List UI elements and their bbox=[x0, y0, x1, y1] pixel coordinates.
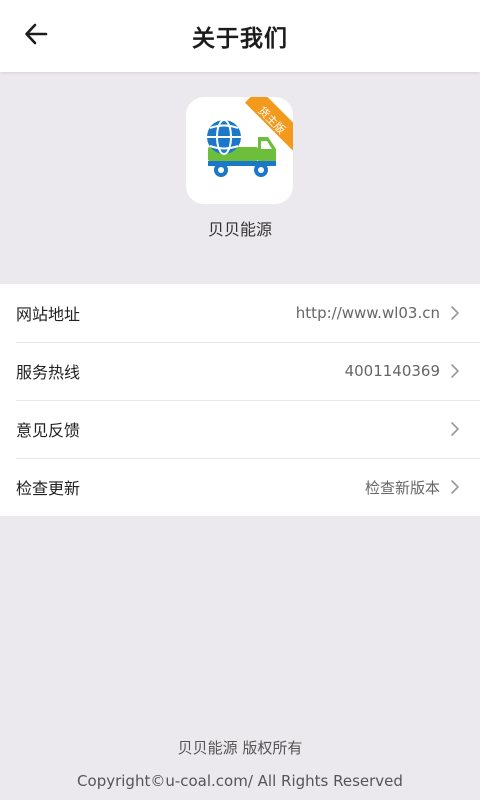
top-app-bar: 关于我们 bbox=[0, 0, 480, 72]
page-title: 关于我们 bbox=[192, 26, 288, 52]
copyright-notice: Copyright©u-coal.com/ All Rights Reserve… bbox=[77, 772, 403, 790]
chevron-right-icon bbox=[450, 479, 462, 495]
app-name: 贝贝能源 bbox=[207, 220, 272, 239]
row-label: 意见反馈 bbox=[16, 421, 81, 440]
row-label: 服务热线 bbox=[16, 363, 81, 382]
row-label: 网站地址 bbox=[16, 305, 81, 324]
row-value: http://www.wl03.cn bbox=[295, 304, 440, 322]
row-value: 4001140369 bbox=[344, 362, 440, 380]
about-page: 关于我们 货主版 贝贝能源 网站地址 http://www.wl03.cn 服务… bbox=[0, 0, 480, 800]
copyright-owner: 贝贝能源 版权所有 bbox=[177, 739, 303, 757]
check-update-row[interactable]: 检查更新 检查新版本 bbox=[0, 458, 480, 516]
about-list: 网站地址 http://www.wl03.cn 服务热线 4001140369 … bbox=[0, 284, 480, 516]
arrow-left-icon bbox=[23, 21, 49, 51]
feedback-row[interactable]: 意见反馈 bbox=[0, 400, 480, 458]
back-button[interactable] bbox=[14, 14, 58, 58]
chevron-right-icon bbox=[450, 363, 462, 379]
chevron-right-icon bbox=[450, 305, 462, 321]
row-value: 检查新版本 bbox=[364, 478, 440, 497]
hotline-row[interactable]: 服务热线 4001140369 bbox=[0, 342, 480, 400]
website-row[interactable]: 网站地址 http://www.wl03.cn bbox=[0, 284, 480, 342]
row-label: 检查更新 bbox=[16, 479, 81, 498]
chevron-right-icon bbox=[450, 421, 462, 437]
app-logo: 货主版 bbox=[186, 97, 293, 204]
